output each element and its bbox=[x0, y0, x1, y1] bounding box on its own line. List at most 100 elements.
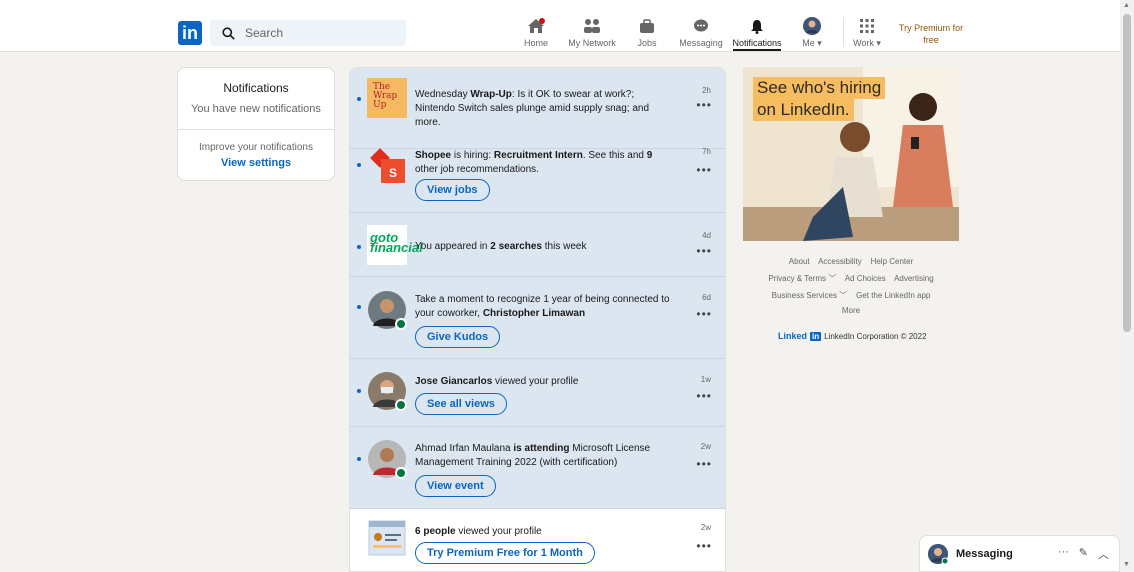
chat-icon bbox=[692, 17, 710, 35]
notification-text: You appeared in 2 searches this week bbox=[415, 241, 587, 252]
notification-item[interactable]: Jose Giancarlos viewed your profile 1w •… bbox=[350, 359, 725, 427]
side-card-subtitle: You have new notifications bbox=[191, 103, 321, 115]
notification-time: 6d bbox=[702, 293, 711, 302]
notification-text: Wednesday Wrap-Up: Is it OK to swear at … bbox=[415, 89, 650, 128]
nav-divider bbox=[843, 17, 844, 47]
page-scrollbar[interactable]: ▲ ▼ bbox=[1120, 0, 1134, 572]
top-nav-bar: in Search Home My Network Jobs Messaging… bbox=[0, 0, 1120, 52]
footer-help-center-link[interactable]: Help Center bbox=[871, 257, 914, 266]
side-card-title: Notifications bbox=[223, 81, 289, 95]
nav-jobs-label: Jobs bbox=[637, 38, 657, 48]
more-options-icon[interactable]: ••• bbox=[696, 98, 712, 112]
notification-time: 2w bbox=[700, 442, 711, 451]
nav-home-label: Home bbox=[524, 38, 549, 48]
notification-time: 2w bbox=[700, 523, 711, 532]
chevron-up-icon[interactable]: ︿ bbox=[1098, 546, 1109, 562]
nav-me[interactable]: Me ▾ bbox=[800, 17, 824, 51]
people-icon bbox=[583, 17, 601, 35]
footer-row-1: About Accessibility Help Center bbox=[743, 257, 959, 266]
messaging-overlay[interactable]: Messaging ··· ✎ ︿ bbox=[919, 535, 1120, 572]
nav-my-network-label: My Network bbox=[568, 38, 616, 48]
goto-financial-logo: goto financial bbox=[367, 225, 423, 265]
more-options-icon[interactable]: ••• bbox=[696, 539, 712, 553]
search-box[interactable]: Search bbox=[210, 20, 406, 46]
more-options-icon[interactable]: ••• bbox=[696, 163, 712, 177]
notification-text: Ahmad Irfan Maulana is attending Microso… bbox=[415, 443, 651, 468]
more-options-icon[interactable]: ••• bbox=[696, 244, 712, 258]
unread-dot bbox=[357, 389, 361, 393]
notification-time: 1w bbox=[700, 375, 711, 384]
linkedin-logo[interactable]: in bbox=[178, 21, 202, 45]
view-settings-link[interactable]: View settings bbox=[178, 157, 334, 169]
notification-item[interactable]: 6 people viewed your profile 2w ••• Try … bbox=[350, 509, 725, 571]
notification-text: Take a moment to recognize 1 year of bei… bbox=[415, 294, 670, 319]
notification-item[interactable]: S Shopee is hiring: Recruitment Intern. … bbox=[350, 147, 725, 213]
hiring-ad-image[interactable]: See who's hiring on LinkedIn. bbox=[743, 67, 959, 241]
attendee-avatar bbox=[367, 439, 407, 479]
unread-dot bbox=[357, 163, 361, 167]
nav-home[interactable]: Home bbox=[524, 17, 548, 51]
view-jobs-button[interactable]: View jobs bbox=[415, 179, 490, 201]
home-icon bbox=[527, 17, 545, 35]
footer-business-link[interactable]: Business Services ﹀ bbox=[772, 291, 848, 300]
scroll-down-arrow[interactable]: ▼ bbox=[1123, 561, 1130, 568]
try-premium-button[interactable]: Try Premium Free for 1 Month bbox=[415, 542, 595, 564]
footer-app-link[interactable]: Get the LinkedIn app bbox=[856, 291, 930, 300]
notification-text: Jose Giancarlos viewed your profile bbox=[415, 376, 579, 387]
premium-line2: free bbox=[923, 35, 939, 45]
notification-item[interactable]: Take a moment to recognize 1 year of bei… bbox=[350, 277, 725, 359]
unread-dot bbox=[357, 245, 361, 249]
notification-item[interactable]: The Wrap Up Wednesday Wrap-Up: Is it OK … bbox=[350, 68, 725, 149]
premium-line1: Try Premium for bbox=[898, 23, 964, 33]
more-options-icon[interactable]: ••• bbox=[696, 307, 712, 321]
notifications-side-card: Notifications You have new notifications… bbox=[177, 67, 335, 181]
footer-more-link[interactable]: More bbox=[842, 306, 860, 315]
footer-privacy-link[interactable]: Privacy & Terms ﹀ bbox=[768, 274, 836, 283]
try-premium-link[interactable]: Try Premium for free bbox=[896, 22, 966, 46]
wrap-up-thumb-text: The Wrap Up bbox=[373, 82, 398, 110]
footer-accessibility-link[interactable]: Accessibility bbox=[818, 257, 862, 266]
corporation-footer: Linked in LinkedIn Corporation © 2022 bbox=[778, 331, 927, 341]
ad-headline-line2: on LinkedIn. bbox=[753, 99, 854, 121]
copyright-text: LinkedIn Corporation © 2022 bbox=[824, 331, 927, 341]
wrap-up-thumbnail: The Wrap Up bbox=[367, 78, 407, 118]
more-options-icon[interactable]: ••• bbox=[696, 389, 712, 403]
nav-messaging-label: Messaging bbox=[679, 38, 723, 48]
nav-me-label: Me ▾ bbox=[802, 38, 822, 48]
svg-text:S: S bbox=[389, 166, 397, 180]
more-options-icon[interactable]: ••• bbox=[696, 457, 712, 471]
notification-item[interactable]: Ahmad Irfan Maulana is attending Microso… bbox=[350, 427, 725, 509]
nav-my-network[interactable]: My Network bbox=[567, 17, 617, 51]
nav-notifications-label: Notifications bbox=[732, 38, 782, 48]
coworker-avatar bbox=[367, 290, 407, 330]
linkedin-wordmark: Linked bbox=[778, 331, 808, 341]
messaging-more-icon[interactable]: ··· bbox=[1058, 546, 1069, 562]
profile-views-icon bbox=[367, 519, 407, 559]
notification-text: 6 people viewed your profile bbox=[415, 526, 542, 537]
messaging-label: Messaging bbox=[956, 547, 1013, 560]
see-all-views-button[interactable]: See all views bbox=[415, 393, 507, 415]
messaging-avatar bbox=[928, 543, 949, 564]
nav-work[interactable]: Work ▾ bbox=[852, 17, 882, 51]
bell-icon bbox=[748, 17, 766, 35]
nav-messaging[interactable]: Messaging bbox=[679, 17, 723, 51]
footer-about-link[interactable]: About bbox=[789, 257, 810, 266]
scrollbar-thumb[interactable] bbox=[1123, 14, 1131, 332]
nav-notifications[interactable]: Notifications bbox=[732, 17, 782, 51]
give-kudos-button[interactable]: Give Kudos bbox=[415, 326, 501, 348]
view-event-button[interactable]: View event bbox=[415, 475, 496, 497]
improve-text: Improve your notifications bbox=[199, 142, 313, 153]
grid-icon bbox=[858, 17, 876, 35]
nav-jobs[interactable]: Jobs bbox=[636, 17, 658, 51]
scroll-up-arrow[interactable]: ▲ bbox=[1123, 2, 1130, 9]
unread-dot bbox=[357, 97, 361, 101]
footer-row-3: Business Services ﹀ Get the LinkedIn app bbox=[743, 290, 959, 301]
notification-text: Shopee is hiring: Recruitment Intern. Se… bbox=[415, 150, 653, 175]
footer-ad-choices-link[interactable]: Ad Choices bbox=[845, 274, 886, 283]
compose-icon[interactable]: ✎ bbox=[1079, 546, 1088, 562]
notification-item[interactable]: goto financial You appeared in 2 searche… bbox=[350, 213, 725, 277]
search-icon bbox=[222, 26, 235, 40]
footer-advertising-link[interactable]: Advertising bbox=[894, 274, 934, 283]
briefcase-icon bbox=[638, 17, 656, 35]
footer-row-2: Privacy & Terms ﹀ Ad Choices Advertising bbox=[743, 273, 959, 284]
